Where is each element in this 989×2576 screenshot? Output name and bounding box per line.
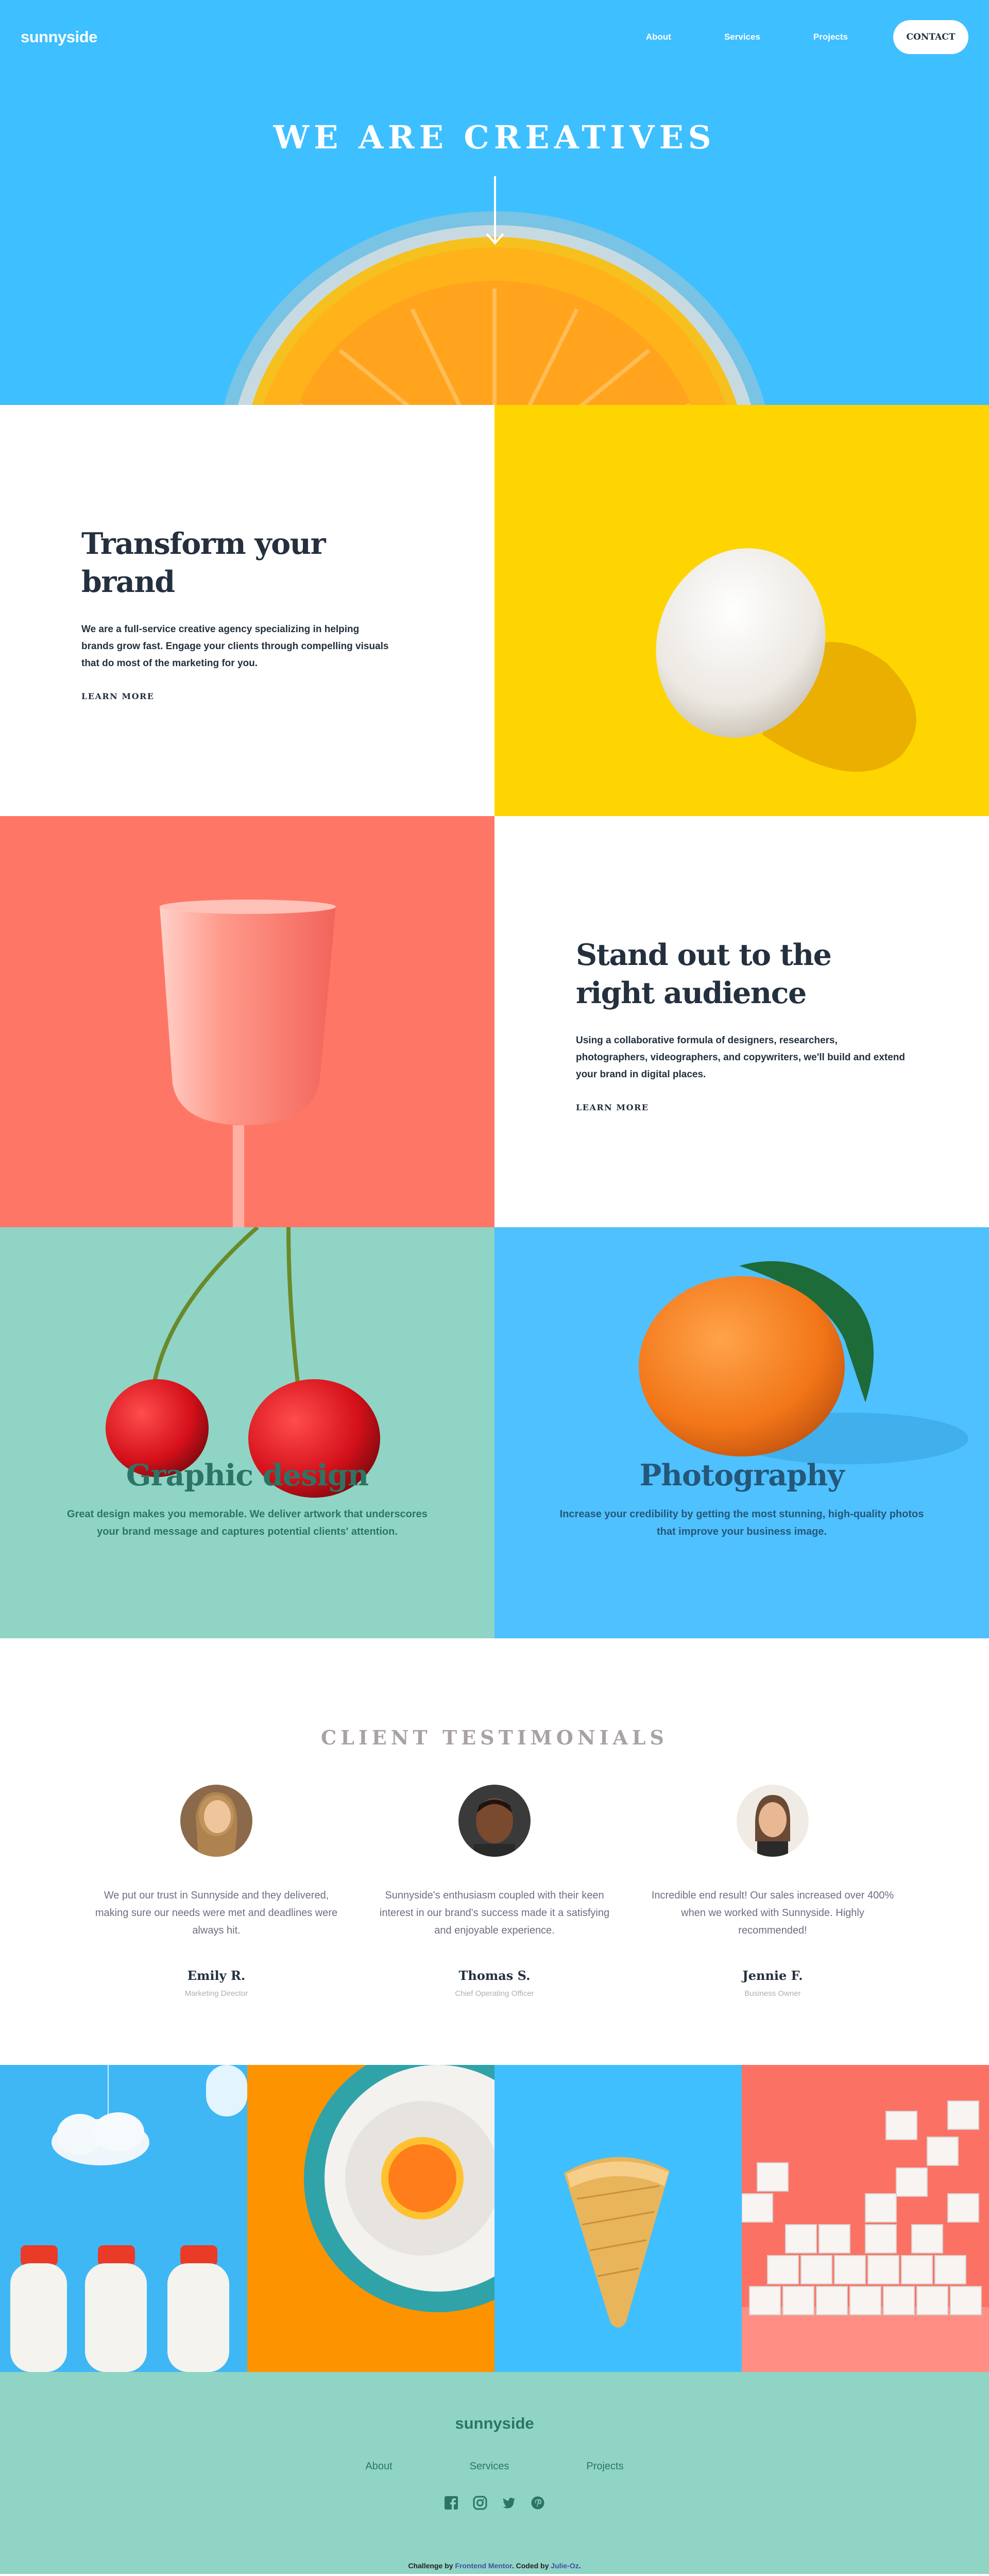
contact-button[interactable]: CONTACT xyxy=(893,20,968,54)
testimonials-title: CLIENT TESTIMONIALS xyxy=(321,1726,668,1749)
learn-more-link[interactable]: LEARN MORE xyxy=(80,691,156,702)
gallery-sugar-cubes xyxy=(742,2065,989,2372)
feature-text: Transform your brand We are a full-servi… xyxy=(80,525,390,702)
egg-image xyxy=(494,405,989,816)
nav-link-services[interactable]: Services xyxy=(724,32,760,42)
footer-link-services[interactable]: Services xyxy=(470,2461,509,2472)
arrow-down-icon[interactable] xyxy=(486,176,504,245)
testimonial-card: We put our trust in Sunnyside and they d… xyxy=(77,1785,355,1998)
facebook-icon[interactable] xyxy=(444,2496,458,2510)
services-section: Graphic design Great design makes you me… xyxy=(0,1227,989,1638)
nav-link-projects[interactable]: Projects xyxy=(813,32,848,42)
testimonial-role: Business Owner xyxy=(744,1989,801,1998)
social-links xyxy=(0,2496,989,2510)
service-graphic-design: Graphic design Great design makes you me… xyxy=(0,1227,494,1638)
service-description: Great design makes you memorable. We del… xyxy=(67,1509,428,1537)
service-title: Graphic design xyxy=(126,1458,369,1493)
hero-title: WE ARE CREATIVES xyxy=(273,118,716,156)
avatar xyxy=(737,1785,809,1857)
nav-links: About Services Projects CONTACT xyxy=(593,20,968,54)
testimonial-card: Incredible end result! Our sales increas… xyxy=(634,1785,912,1998)
testimonial-name: Jennie F. xyxy=(742,1968,803,1983)
feature-title: Stand out to the right audience xyxy=(576,938,832,1010)
frontend-mentor-link[interactable]: Frontend Mentor xyxy=(455,2562,511,2570)
gallery-orange-plate xyxy=(247,2065,494,2372)
author-link[interactable]: Julie-Oz xyxy=(551,2562,578,2570)
top-nav: sunnyside About Services Projects CONTAC… xyxy=(21,20,968,55)
feature-text-panel: Transform your brand We are a full-servi… xyxy=(0,405,494,816)
learn-more-link[interactable]: LEARN MORE xyxy=(574,1103,651,1113)
feature-title: Transform your brand xyxy=(81,527,326,599)
service-photography: Photography Increase your credibility by… xyxy=(494,1227,989,1638)
feature-description: We are a full-service creative agency sp… xyxy=(81,624,389,669)
service-title: Photography xyxy=(639,1458,845,1493)
testimonials-section: CLIENT TESTIMONIALS We put our trust in … xyxy=(0,1638,989,2065)
cup-illustration xyxy=(160,900,336,1227)
feature-transform: Transform your brand We are a full-servi… xyxy=(0,405,989,816)
hero-section: sunnyside About Services Projects CONTAC… xyxy=(0,0,989,405)
attribution: Challenge by Frontend Mentor. Coded by J… xyxy=(408,2562,581,2570)
gallery-ice-cream-cone xyxy=(494,2065,742,2372)
gallery-milk-bottles xyxy=(0,2065,247,2372)
orange-illustration xyxy=(639,1261,968,1464)
feature-standout: Stand out to the right audience Using a … xyxy=(0,816,989,1227)
cup-image xyxy=(0,816,494,1227)
twitter-icon[interactable] xyxy=(502,2496,516,2510)
instagram-icon[interactable] xyxy=(473,2496,487,2510)
testimonials-list: We put our trust in Sunnyside and they d… xyxy=(77,1785,912,1998)
service-description: Increase your credibility by getting the… xyxy=(559,1509,924,1537)
testimonial-name: Thomas S. xyxy=(458,1968,531,1983)
footer-logo[interactable]: sunnyside xyxy=(0,2414,989,2433)
avatar xyxy=(180,1785,252,1857)
testimonial-quote: We put our trust in Sunnyside and they d… xyxy=(95,1890,338,1936)
egg-illustration xyxy=(656,548,916,772)
testimonial-quote: Sunnyside's enthusiasm coupled with thei… xyxy=(379,1890,610,1936)
testimonial-card: Sunnyside's enthusiasm coupled with thei… xyxy=(355,1785,634,1998)
feature-text: Stand out to the right audience Using a … xyxy=(574,936,906,1113)
nav-link-about[interactable]: About xyxy=(646,32,671,42)
cherries-illustration xyxy=(106,1227,380,1498)
footer: sunnyside About Services Projects Challe… xyxy=(0,2372,989,2574)
testimonial-name: Emily R. xyxy=(187,1968,246,1983)
testimonial-quote: Incredible end result! Our sales increas… xyxy=(651,1890,894,1936)
footer-link-projects[interactable]: Projects xyxy=(586,2461,623,2472)
gallery-section xyxy=(0,2065,989,2372)
testimonial-role: Chief Operating Officer xyxy=(455,1989,534,1998)
footer-link-about[interactable]: About xyxy=(365,2461,392,2472)
logo[interactable]: sunnyside xyxy=(21,28,97,46)
feature-text-panel: Stand out to the right audience Using a … xyxy=(494,816,989,1227)
avatar xyxy=(458,1785,531,1857)
pinterest-icon[interactable] xyxy=(531,2496,545,2510)
feature-description: Using a collaborative formula of designe… xyxy=(576,1035,906,1080)
footer-links: About Services Projects xyxy=(0,2461,989,2472)
testimonial-role: Marketing Director xyxy=(184,1989,248,1998)
